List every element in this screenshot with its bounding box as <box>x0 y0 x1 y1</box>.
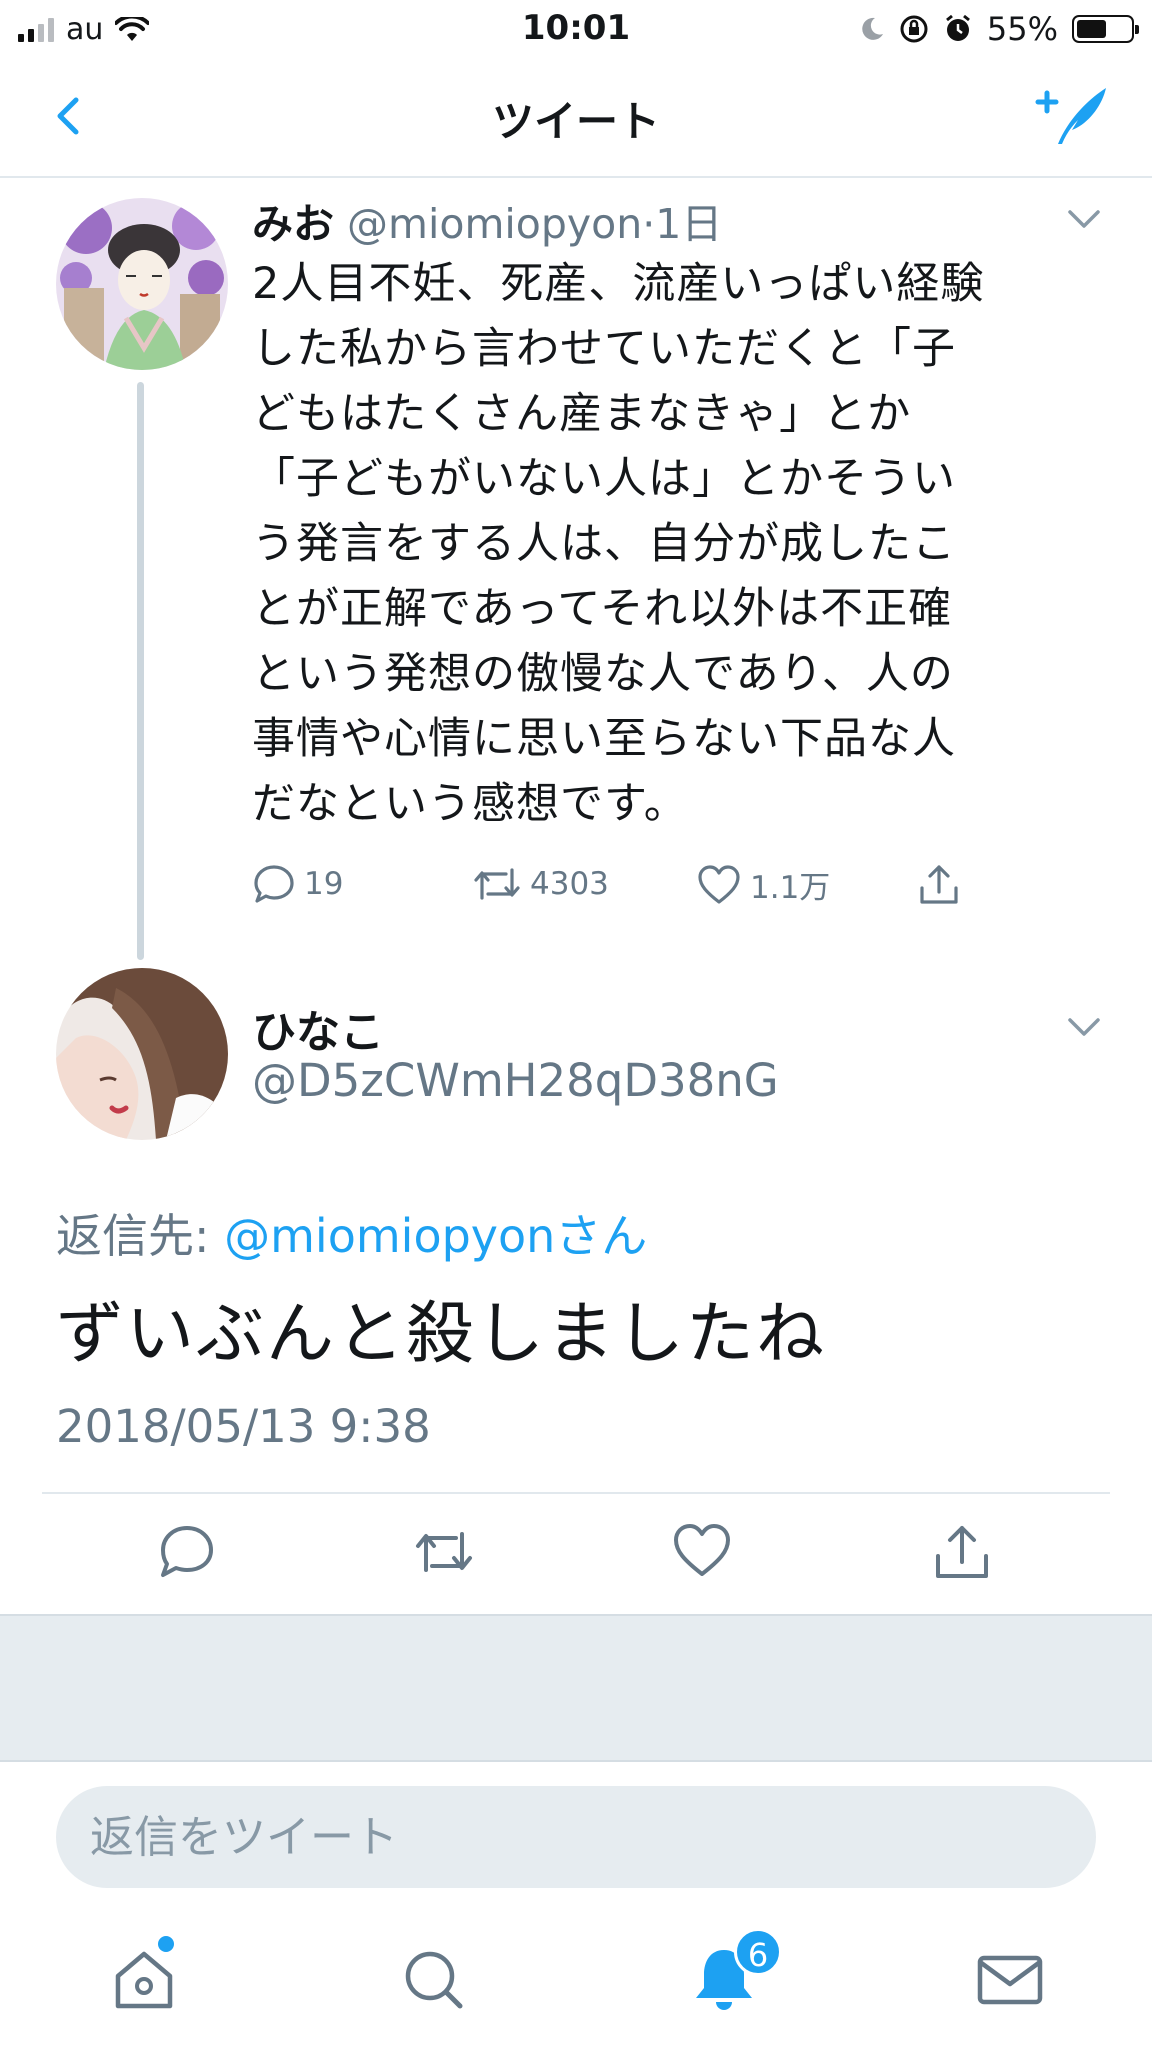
retweet-icon <box>474 868 520 900</box>
home-new-indicator <box>158 1936 174 1952</box>
moon-icon <box>862 17 883 40</box>
tweet-text: ずいぶんと殺しましたね <box>56 1295 827 1374</box>
display-name[interactable]: みお <box>252 200 334 248</box>
tab-bar <box>0 1910 1152 2048</box>
messages-icon[interactable] <box>970 1940 1050 2020</box>
retweet-button[interactable]: 4303 <box>472 862 609 906</box>
thread-line <box>137 382 144 960</box>
empty-replies-area <box>0 1614 1152 1762</box>
reply-composer[interactable] <box>56 1786 1096 1888</box>
reply-icon[interactable] <box>155 1520 219 1584</box>
chevron-down-icon[interactable] <box>1064 204 1104 234</box>
retweet-count: 4303 <box>530 866 609 902</box>
share-icon[interactable] <box>930 1520 994 1584</box>
heart-icon[interactable] <box>670 1520 734 1584</box>
focused-tweet-actions <box>0 1520 1152 1590</box>
search-icon[interactable] <box>394 1940 474 2020</box>
share-icon <box>920 865 958 904</box>
battery-icon <box>1072 15 1139 43</box>
home-icon[interactable] <box>104 1940 184 2020</box>
share-button[interactable] <box>916 862 962 908</box>
tweet-header: みお @miomiopyon·1日 <box>252 190 722 250</box>
like-button[interactable]: 1.1万 <box>696 862 830 907</box>
avatar-photo-icon <box>56 968 228 1140</box>
display-name[interactable]: ひなこ <box>252 996 384 1060</box>
status-bar: au 10:01 55% <box>0 0 1152 58</box>
tweet-actions: 19 4303 1.1万 <box>252 862 972 912</box>
handle[interactable]: @miomiopyon <box>347 200 642 248</box>
avatar[interactable] <box>56 198 228 370</box>
chevron-down-icon[interactable] <box>1064 1012 1104 1042</box>
heart-icon <box>698 864 740 904</box>
divider <box>42 1492 1110 1494</box>
reply-count: 19 <box>304 866 344 902</box>
dot-separator: · <box>642 200 656 248</box>
retweet-icon[interactable] <box>412 1520 476 1584</box>
like-count: 1.1万 <box>750 870 831 906</box>
battery-level <box>1077 20 1106 38</box>
reply-icon <box>254 865 294 903</box>
battery-percent: 55% <box>986 10 1058 48</box>
tweet-timestamp: 2018/05/13 9:38 <box>56 1400 431 1453</box>
tweet-age: 1日 <box>655 200 723 248</box>
reply-to-link[interactable]: @miomiopyonさん <box>224 1209 647 1263</box>
notifications-badge: 6 <box>734 1928 782 1976</box>
reply-input[interactable] <box>90 1786 1050 1888</box>
compose-tweet-button[interactable] <box>1032 80 1112 150</box>
reply-to-line: 返信先: @miomiopyonさん <box>56 1200 647 1266</box>
reply-to-prefix: 返信先: <box>56 1209 225 1263</box>
avatar[interactable] <box>56 968 228 1140</box>
orientation-lock-icon <box>900 15 928 43</box>
nav-header: ツイート <box>0 58 1152 178</box>
alarm-icon <box>945 14 970 41</box>
handle[interactable]: @D5zCWmH28qD38nG <box>252 1054 779 1107</box>
reply-button[interactable]: 19 <box>252 862 343 906</box>
tweet-text: 2人目不妊、死産、流産いっぱい経験 した私から言わせていただくと「子 どもはたく… <box>252 259 985 829</box>
page-title: ツイート <box>491 97 660 146</box>
status-right: 55% <box>859 10 1139 48</box>
avatar-illustration-icon <box>56 198 228 370</box>
